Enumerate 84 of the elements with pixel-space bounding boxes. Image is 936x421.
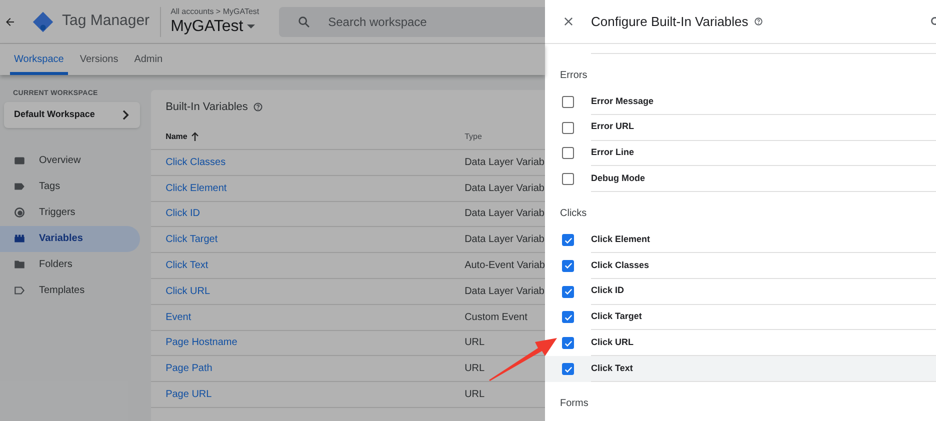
- sidebar-item[interactable]: Templates: [0, 278, 140, 304]
- checkbox[interactable]: [562, 234, 574, 246]
- table-cell-text: Auto-Event Variab: [464, 259, 545, 274]
- blocks-icon: [13, 232, 26, 245]
- checkbox[interactable]: [562, 173, 574, 186]
- variable-row[interactable]: Click URL: [545, 330, 936, 356]
- table-cell-text: URL: [464, 336, 485, 350]
- table-cell-text: URL: [464, 388, 485, 402]
- variable-row[interactable]: Click Target: [545, 304, 936, 330]
- variable-link[interactable]: Click ID: [166, 206, 465, 222]
- variable-link[interactable]: Page Hostname: [166, 335, 465, 350]
- variable-label: Click Text: [591, 362, 633, 375]
- back-arrow-icon[interactable]: [4, 16, 16, 28]
- sidebar-item[interactable]: Overview: [0, 148, 140, 174]
- checkbox[interactable]: [562, 96, 574, 108]
- variable-link[interactable]: Page Path: [166, 361, 465, 376]
- chevron-right-icon: [122, 110, 130, 120]
- variable-row[interactable]: Error Line: [545, 140, 936, 166]
- variable-label: Click Classes: [591, 258, 650, 272]
- search-icon[interactable]: [930, 16, 936, 26]
- nav-tab[interactable]: Admin: [130, 44, 167, 75]
- checkbox[interactable]: [562, 122, 574, 134]
- section-heading: Errors: [560, 69, 588, 83]
- variable-link[interactable]: Click Target: [166, 232, 465, 248]
- folder-icon: [13, 258, 26, 271]
- sidebar-item[interactable]: Variables: [0, 226, 140, 252]
- help-icon: [754, 17, 764, 26]
- variable-row[interactable]: Click Classes: [545, 252, 936, 279]
- nav-tab[interactable]: Workspace: [10, 44, 68, 75]
- variable-link[interactable]: Event: [166, 310, 465, 325]
- checkbox[interactable]: [562, 311, 574, 324]
- variable-row[interactable]: Click Element: [545, 227, 936, 253]
- card-title: Built-In Variables: [166, 100, 248, 115]
- variable-link[interactable]: Page URL: [166, 387, 465, 402]
- outline-tag-icon: [13, 284, 26, 297]
- help-icon: [252, 102, 263, 112]
- table-cell-text: Data Layer Variab: [464, 156, 544, 170]
- table-cell-text: Data Layer Variab: [464, 233, 544, 248]
- checkbox[interactable]: [562, 363, 574, 376]
- panel-title: Configure Built-In Variables: [591, 12, 748, 31]
- variable-link[interactable]: Click URL: [166, 284, 465, 299]
- table-cell-text: Data Layer Variab: [464, 182, 544, 196]
- sidebar-item[interactable]: Tags: [0, 174, 140, 200]
- nav-tab[interactable]: Versions: [76, 44, 122, 75]
- target-icon: [13, 206, 26, 219]
- workspace-selector[interactable]: Default Workspace: [4, 102, 140, 128]
- product-name: Tag Manager: [62, 11, 150, 32]
- variable-label: Click URL: [591, 336, 634, 350]
- container-selector[interactable]: MyGATest: [170, 16, 260, 36]
- variable-row[interactable]: Click Text: [545, 356, 936, 382]
- variable-label: Error Line: [591, 146, 634, 160]
- search-field[interactable]: Search workspace: [279, 6, 545, 36]
- section-heading: Forms: [560, 396, 590, 411]
- close-icon[interactable]: [564, 17, 573, 26]
- table-cell-text: Custom Event: [464, 310, 528, 325]
- checkbox[interactable]: [562, 286, 574, 298]
- variable-link[interactable]: Click Classes: [166, 154, 465, 170]
- section-heading: Clicks: [560, 207, 588, 222]
- sidebar-item[interactable]: Triggers: [0, 200, 140, 226]
- variable-link[interactable]: Click Text: [166, 258, 465, 274]
- caret-icon: [247, 24, 256, 29]
- search-icon: [297, 14, 312, 28]
- sort-up-arrow-icon: [191, 132, 200, 141]
- variable-row[interactable]: Debug Mode: [545, 166, 936, 192]
- variable-label: Error URL: [591, 120, 634, 134]
- variable-label: Error Message: [591, 94, 654, 108]
- variable-label: Click Target: [591, 310, 642, 324]
- table-cell-text: URL: [464, 362, 485, 376]
- column-header[interactable]: Type: [464, 130, 482, 142]
- checkbox[interactable]: [562, 147, 574, 160]
- breadcrumb[interactable]: All accounts > MyGATest: [170, 6, 260, 16]
- variable-label: Debug Mode: [591, 172, 645, 186]
- diamond-logo-icon: [32, 10, 54, 32]
- variable-row[interactable]: Click ID: [545, 278, 936, 305]
- variable-label: Click Element: [591, 232, 650, 246]
- variable-label: Click ID: [591, 284, 624, 298]
- checkbox[interactable]: [562, 260, 574, 272]
- variable-row[interactable]: Error Message: [545, 89, 936, 115]
- variable-link[interactable]: Click Element: [166, 180, 465, 196]
- checkbox[interactable]: [562, 337, 574, 350]
- table-cell-text: Data Layer Variab: [464, 284, 544, 299]
- variable-row[interactable]: Error URL: [545, 114, 936, 141]
- table-cell-text: Data Layer Variab: [464, 207, 544, 222]
- column-header[interactable]: Name: [166, 130, 188, 142]
